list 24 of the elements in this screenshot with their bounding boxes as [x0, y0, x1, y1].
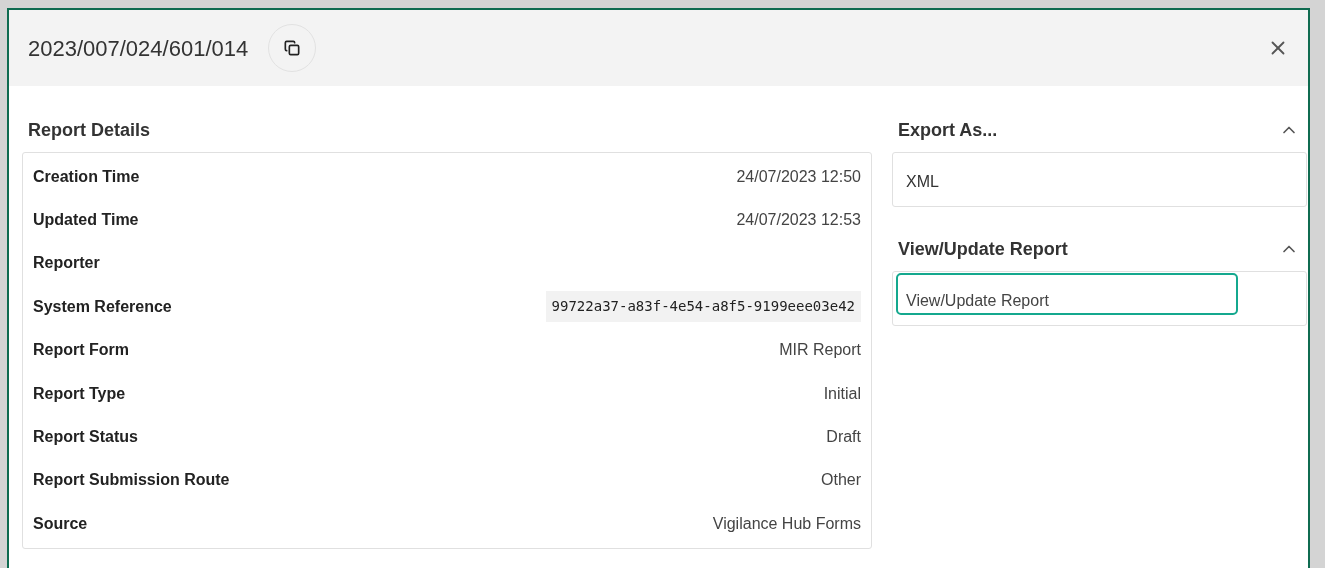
- option-link[interactable]: View/Update Report: [896, 272, 1238, 315]
- section-heading: Export As...: [898, 118, 998, 142]
- field-label: Report Type: [33, 383, 126, 404]
- section-heading: Report Details: [27, 118, 152, 142]
- field-value: 24/07/2023 12:50: [736, 166, 861, 187]
- copy-icon: [284, 40, 301, 56]
- field-label: Creation Time: [33, 166, 140, 187]
- field-label: Reporter: [33, 253, 100, 274]
- field-value: Initial: [823, 383, 861, 404]
- field-label: System Reference: [33, 296, 172, 317]
- field-value: MIR Report: [779, 340, 861, 361]
- dialog-title: 2023/007/024/601/014: [28, 34, 249, 63]
- field-value: Vigilance Hub Forms: [712, 513, 861, 534]
- field-label: Report Status: [33, 427, 138, 448]
- field-value: 99722a37-a83f-4e54-a8f5-9199eee03e42: [545, 291, 861, 323]
- field-value: Draft: [826, 427, 861, 448]
- field-label: Source: [33, 513, 88, 534]
- field-label: Report Form: [33, 340, 129, 361]
- field-value: 24/07/2023 12:53: [736, 210, 861, 231]
- field-label: Report Submission Route: [33, 470, 230, 491]
- field-value: Other: [821, 470, 861, 491]
- section-heading: View/Update Report: [898, 237, 1068, 261]
- option-link[interactable]: XML: [896, 165, 949, 194]
- field-label: Updated Time: [33, 210, 139, 231]
